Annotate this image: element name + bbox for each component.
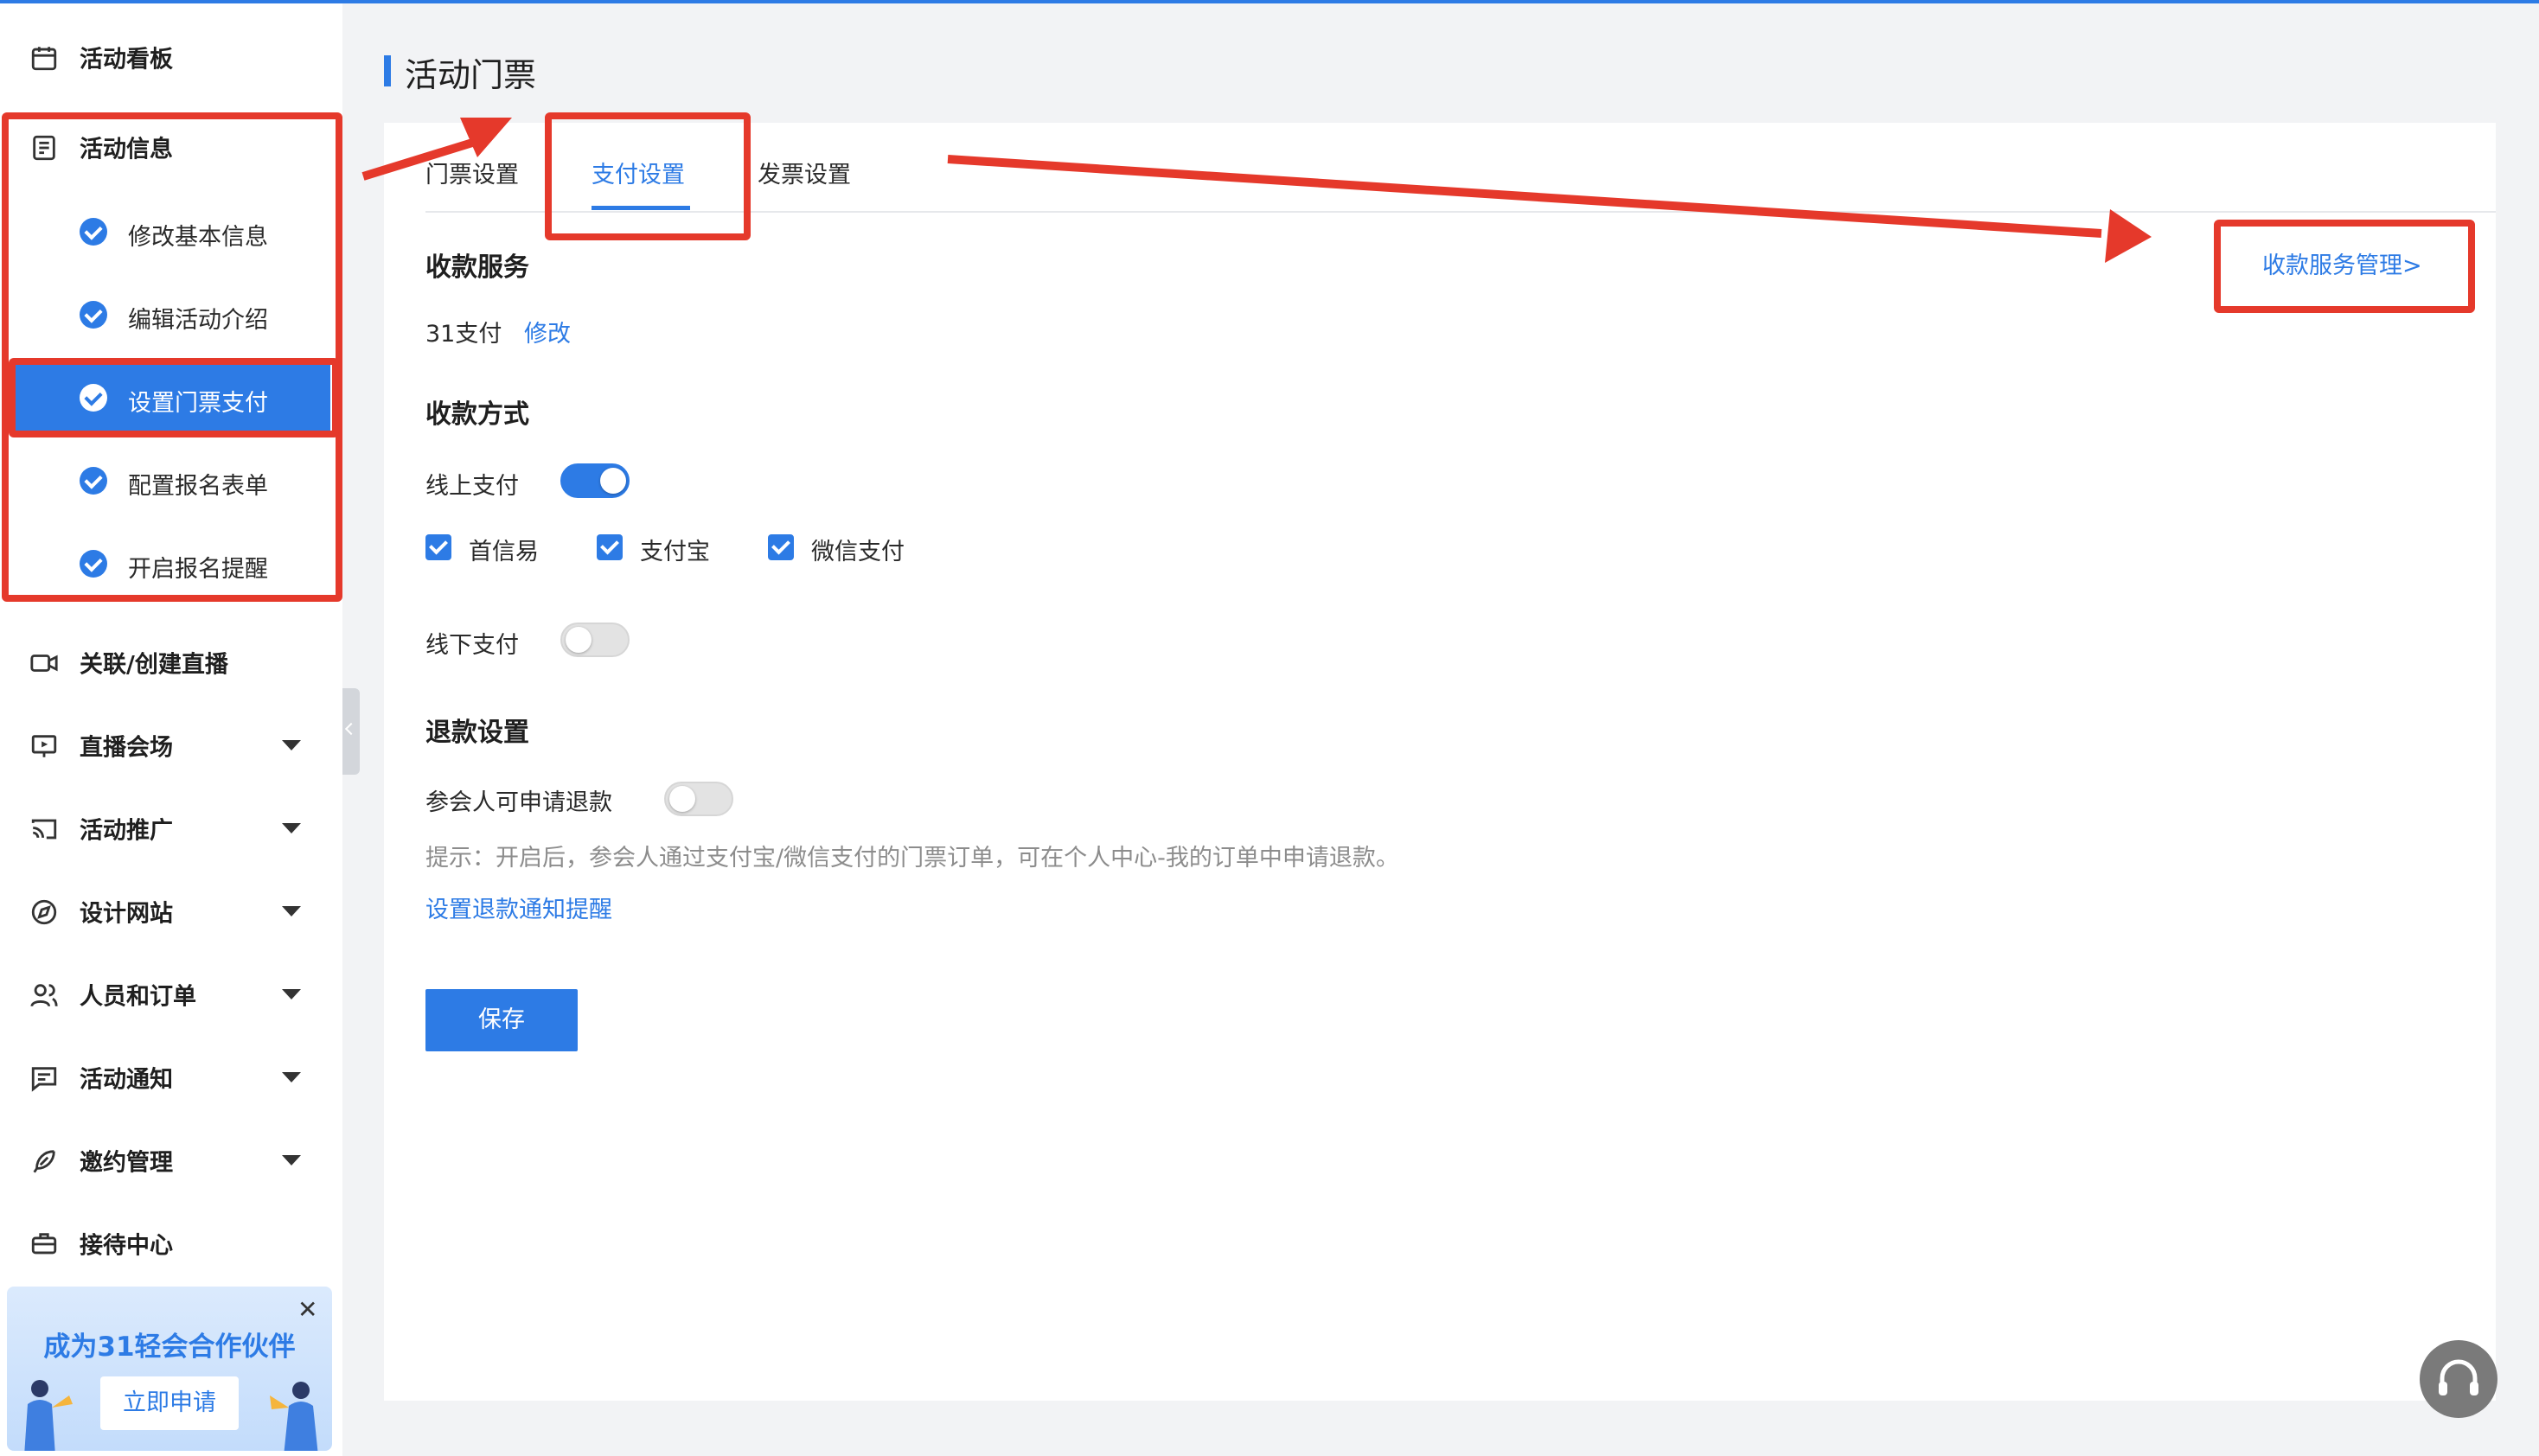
annotation-arrowhead	[2105, 209, 2152, 263]
annotation-arrow-line	[361, 136, 483, 181]
annotation-arrowhead	[460, 118, 512, 157]
annotation-arrow-line	[947, 155, 2102, 238]
annotation-arrows	[361, 118, 2152, 263]
